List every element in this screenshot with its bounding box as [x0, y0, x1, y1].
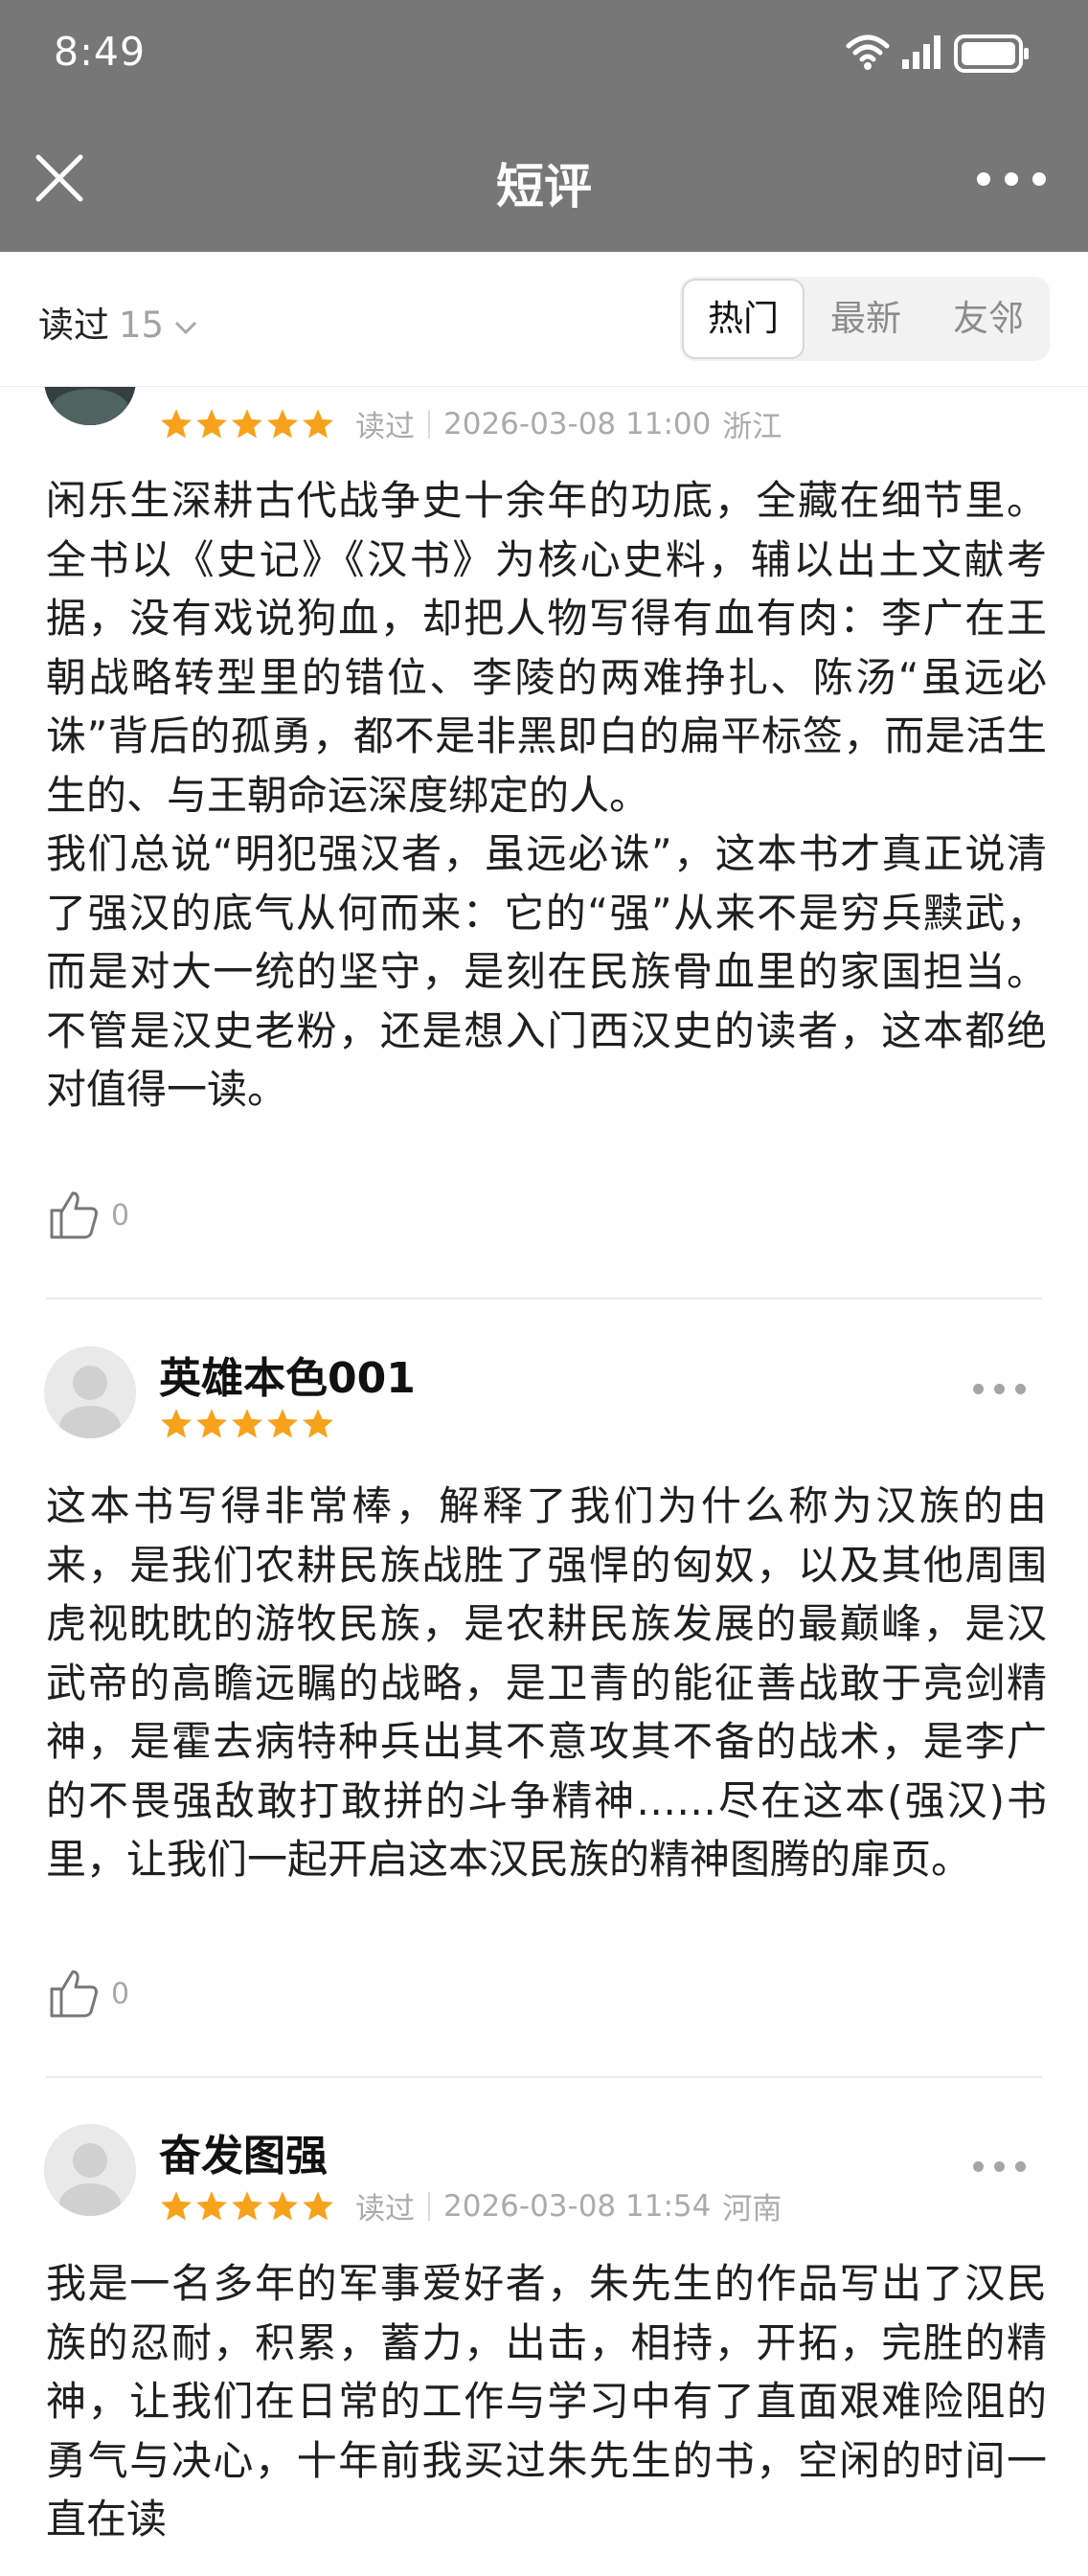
- review-text: 我是一名多年的军事爱好者，朱先生的作品写出了汉民族的忍耐，积累，蓄力，出击，相持…: [46, 2260, 1047, 2542]
- star-icon: [232, 1409, 262, 1438]
- top-header: 8:49 短评: [0, 0, 1088, 252]
- dot-icon: [973, 1384, 984, 1394]
- thumbs-up-icon: [50, 1970, 98, 2018]
- star-icon: [267, 1409, 298, 1438]
- review-feed[interactable]: 读过 2026-03-08 11:00 浙江 闲乐生深耕古代战争史十余年的功底，全藏…: [0, 387, 1088, 2576]
- read-filter-dropdown[interactable]: 读过 15: [38, 296, 198, 348]
- dot-icon: [1015, 2161, 1026, 2172]
- review-time: 2026-03-08 11:00: [443, 406, 712, 441]
- tab-hot[interactable]: 热门: [682, 279, 805, 359]
- review-location: 河南: [722, 2192, 782, 2226]
- review-status: 读过: [355, 410, 415, 444]
- wifi-icon: [846, 34, 890, 70]
- username[interactable]: 英雄本色001: [159, 1344, 416, 1405]
- review-more-button[interactable]: [973, 2158, 1031, 2177]
- like-count: 0: [111, 1198, 130, 1232]
- rating-stars: [159, 2189, 336, 2224]
- thumbs-up-icon: [50, 1191, 98, 1239]
- rating-stars: [159, 1407, 336, 1441]
- star-icon: [232, 2190, 262, 2221]
- star-icon: [303, 408, 333, 439]
- read-filter-label: 读过: [38, 305, 109, 346]
- default-avatar-icon: [44, 1346, 136, 1438]
- avatar[interactable]: [44, 2124, 136, 2216]
- star-icon: [267, 408, 298, 439]
- dot-icon: [1005, 172, 1018, 186]
- review-text: 闲乐生深耕古代战争史十余年的功底，全藏在细节里。全书以《史记》《汉书》为核心史料…: [46, 477, 1047, 1113]
- avatar[interactable]: [44, 387, 136, 425]
- like-button[interactable]: 0: [46, 1187, 129, 1245]
- like-button[interactable]: 0: [46, 1966, 129, 2023]
- divider: [46, 2076, 1042, 2078]
- review-location: 浙江: [722, 410, 782, 444]
- username[interactable]: 奋发图强: [159, 2121, 328, 2182]
- star-icon: [267, 2190, 298, 2221]
- review-time: 2026-03-08 11:54: [443, 2188, 712, 2224]
- star-icon: [232, 408, 262, 439]
- status-time: 8:49: [54, 29, 147, 75]
- sort-tabs: 热门 最新 友邻: [680, 277, 1050, 361]
- dot-icon: [973, 2161, 984, 2172]
- rating-stars: [159, 407, 336, 441]
- dot-icon: [1032, 172, 1046, 186]
- review-more-button[interactable]: [973, 1380, 1031, 1399]
- review-meta: 读过 2026-03-08 11:00 浙江: [159, 402, 782, 444]
- review-item: 英雄本色001 这本书写得非常棒，解释了我们为什么称为汉族的由来，是我们农耕民族…: [0, 1301, 1088, 2079]
- star-icon: [196, 2190, 227, 2221]
- like-count: 0: [111, 1977, 130, 2011]
- dot-icon: [1015, 1384, 1026, 1394]
- chevron-down-icon: [175, 321, 197, 334]
- review-item: 读过 2026-03-08 11:00 浙江 闲乐生深耕古代战争史十余年的功底，全藏…: [0, 387, 1088, 1301]
- battery-icon: [954, 34, 1029, 73]
- dot-icon: [977, 172, 990, 186]
- avatar[interactable]: [44, 1346, 136, 1438]
- meta-divider: [428, 2191, 430, 2221]
- review-meta: 读过 2026-03-08 11:54 河南: [159, 2184, 782, 2226]
- more-options-button[interactable]: [973, 165, 1050, 193]
- read-filter-count: 15: [119, 305, 165, 346]
- star-icon: [161, 408, 192, 439]
- star-icon: [303, 2190, 333, 2221]
- dot-icon: [994, 1384, 1005, 1394]
- star-icon: [303, 1409, 333, 1438]
- review-meta: [159, 1407, 336, 1445]
- default-avatar-icon: [44, 2124, 136, 2216]
- tab-friends[interactable]: 友邻: [927, 277, 1050, 361]
- review-status: 读过: [355, 2192, 415, 2226]
- star-icon: [196, 1409, 227, 1438]
- filter-bar: 读过 15 热门 最新 友邻: [0, 252, 1088, 387]
- page-title: 短评: [496, 159, 592, 215]
- divider: [46, 1298, 1042, 1299]
- star-icon: [161, 2190, 192, 2221]
- tab-latest[interactable]: 最新: [805, 277, 927, 361]
- review-item: 奋发图强 读过 2026-03-08 11:54 河南 我是一名多年的军事爱好者，朱…: [0, 2079, 1088, 2576]
- review-text: 这本书写得非常棒，解释了我们为什么称为汉族的由来，是我们农耕民族战胜了强悍的匈奴…: [46, 1482, 1047, 1883]
- meta-divider: [428, 409, 430, 439]
- star-icon: [161, 1409, 192, 1438]
- dot-icon: [994, 2161, 1005, 2172]
- star-icon: [196, 408, 227, 439]
- signal-icon: [902, 35, 941, 69]
- avatar-image: [44, 387, 136, 425]
